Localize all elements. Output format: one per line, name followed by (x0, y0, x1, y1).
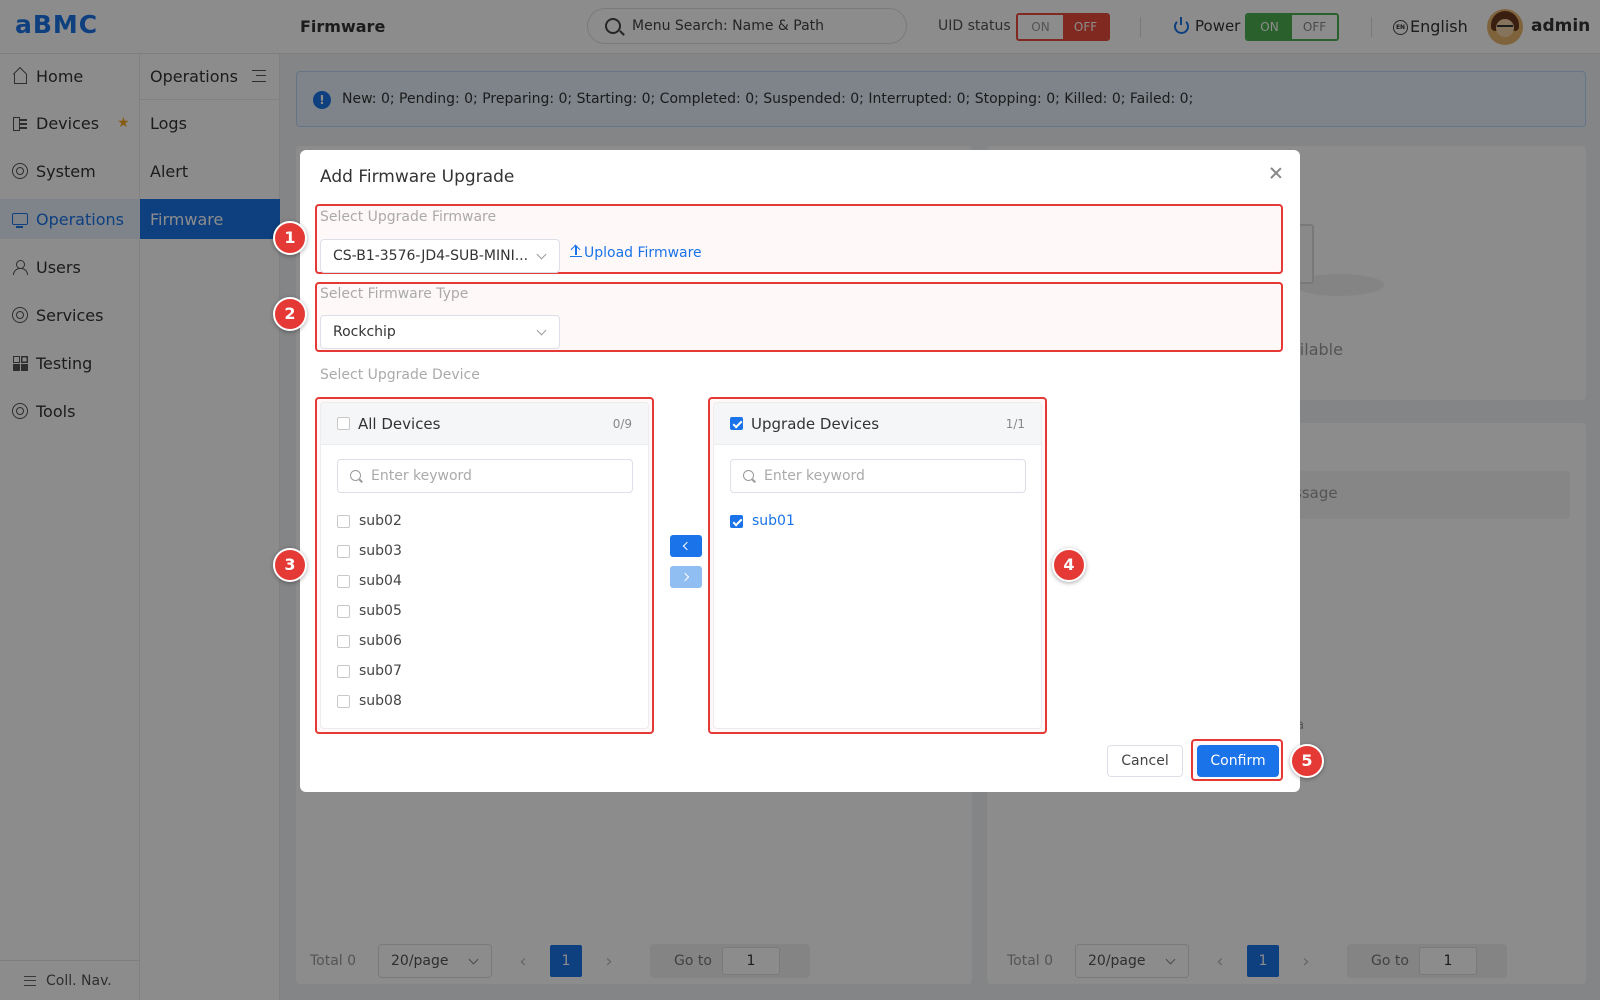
device-search-input[interactable]: Enter keyword (730, 459, 1026, 493)
transfer-header: All Devices 0/9 (321, 403, 648, 445)
search-icon (743, 470, 754, 481)
firmware-type-value: Rockchip (333, 324, 396, 340)
device-list-item[interactable]: sub05 (337, 600, 402, 622)
device-checkbox[interactable] (337, 574, 350, 588)
cancel-button[interactable]: Cancel (1107, 745, 1183, 777)
device-list-item[interactable]: sub02 (337, 510, 402, 532)
device-list-item[interactable]: sub08 (337, 690, 402, 712)
device-list-item[interactable]: sub06 (337, 630, 402, 652)
select-all-checkbox[interactable] (730, 417, 743, 430)
dialog-title: Add Firmware Upgrade (320, 167, 515, 187)
step-badge: 5 (1290, 744, 1324, 778)
add-firmware-upgrade-dialog: Add Firmware Upgrade Select Upgrade Firm… (273, 150, 1324, 792)
firmware-select[interactable]: CS-B1-3576-JD4-SUB-MINI... (320, 239, 560, 273)
step-badge: 4 (1052, 548, 1086, 582)
device-checkbox[interactable] (337, 544, 350, 558)
search-icon (350, 470, 361, 481)
upload-firmware-label: Upload Firmware (584, 245, 702, 261)
move-left-button[interactable] (670, 535, 702, 557)
upload-firmware-link[interactable]: Upload Firmware (570, 245, 702, 261)
device-list-item[interactable]: sub07 (337, 660, 402, 682)
device-checkbox[interactable] (730, 514, 743, 528)
device-name: sub05 (359, 603, 402, 619)
firmware-select-value: CS-B1-3576-JD4-SUB-MINI... (333, 248, 529, 264)
step-badge: 2 (273, 297, 307, 331)
confirm-button[interactable]: Confirm (1197, 745, 1279, 777)
device-name: sub08 (359, 693, 402, 709)
firmware-type-select[interactable]: Rockchip (320, 315, 560, 349)
device-checkbox[interactable] (337, 604, 350, 618)
device-name: sub06 (359, 633, 402, 649)
device-search-placeholder: Enter keyword (371, 468, 472, 484)
device-checkbox[interactable] (337, 694, 350, 708)
device-checkbox[interactable] (337, 514, 350, 528)
step-badge: 1 (273, 221, 307, 255)
transfer-count: 1/1 (1005, 417, 1025, 431)
firmware-type-label: Select Firmware Type (320, 286, 469, 302)
transfer-count: 0/9 (612, 417, 632, 431)
device-checkbox[interactable] (337, 634, 350, 648)
transfer-title: Upgrade Devices (751, 415, 880, 433)
transfer-header: Upgrade Devices 1/1 (714, 403, 1041, 445)
device-list-item[interactable]: sub01 (730, 510, 795, 532)
device-search-placeholder: Enter keyword (764, 468, 865, 484)
device-name: sub03 (359, 543, 402, 559)
close-icon[interactable] (1269, 166, 1283, 180)
device-name: sub01 (752, 513, 795, 529)
upgrade-devices-panel: Upgrade Devices 1/1 Enter keyword sub01 (713, 402, 1042, 729)
chevron-left-icon (682, 541, 692, 551)
step-badge: 3 (273, 548, 307, 582)
device-checkbox[interactable] (337, 664, 350, 678)
device-list-item[interactable]: sub04 (337, 570, 402, 592)
upload-icon (570, 245, 582, 257)
move-right-button[interactable] (670, 566, 702, 588)
chevron-right-icon (680, 572, 690, 582)
select-all-checkbox[interactable] (337, 417, 350, 430)
device-name: sub04 (359, 573, 402, 589)
device-name: sub07 (359, 663, 402, 679)
device-name: sub02 (359, 513, 402, 529)
upgrade-device-label: Select Upgrade Device (320, 367, 480, 383)
firmware-field-label: Select Upgrade Firmware (320, 209, 497, 225)
device-list-item[interactable]: sub03 (337, 540, 402, 562)
transfer-title: All Devices (358, 415, 441, 433)
all-devices-panel: All Devices 0/9 Enter keyword sub02 sub0… (320, 402, 649, 729)
device-search-input[interactable]: Enter keyword (337, 459, 633, 493)
